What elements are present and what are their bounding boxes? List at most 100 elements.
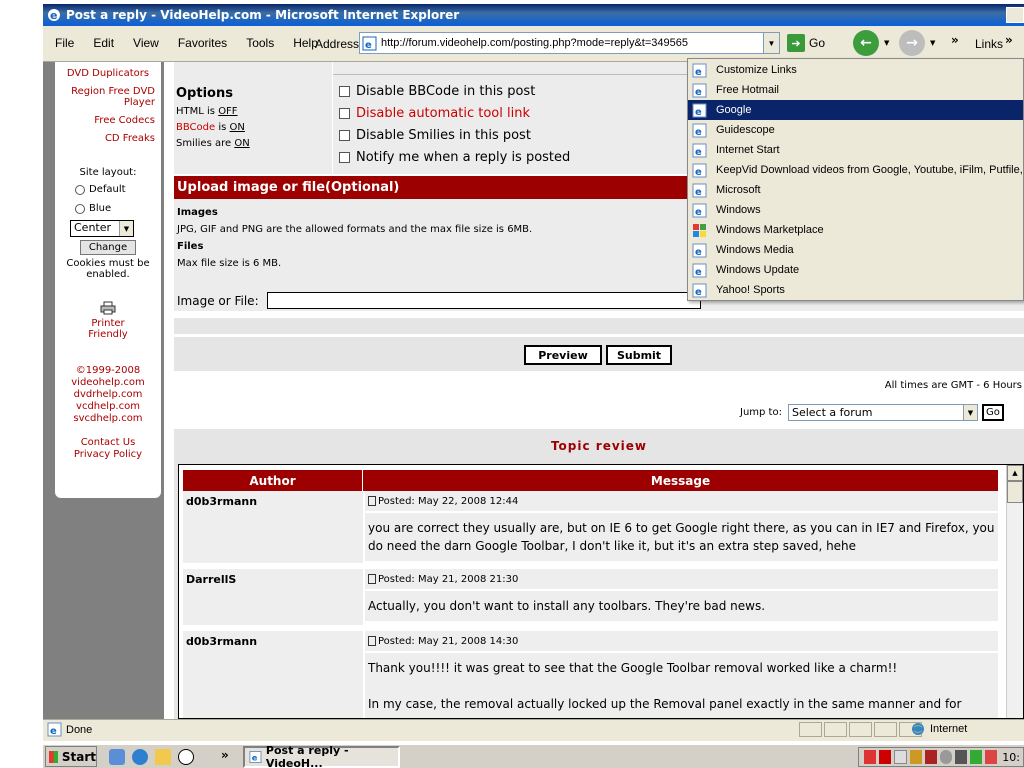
menu-favorites[interactable]: Favorites [178, 36, 227, 50]
links-menu-label: Customize Links [716, 64, 797, 76]
links-menu-item[interactable]: e Yahoo! Sports [688, 280, 1023, 300]
quicklaunch-chevron-icon[interactable]: » [221, 748, 229, 762]
layout-option-default[interactable]: Default [75, 184, 161, 195]
tray-icon-5[interactable] [924, 750, 937, 764]
bbcode-value[interactable]: ON [230, 122, 245, 133]
scroll-thumb[interactable] [1007, 481, 1023, 503]
sidebar-link-dvd-duplicators[interactable]: DVD Duplicators [55, 68, 161, 79]
align-select[interactable]: Center ▼ [70, 220, 134, 237]
privacy-link[interactable]: Privacy Policy [55, 449, 161, 460]
links-chevron-icon[interactable]: » [1005, 33, 1013, 47]
tray-icon-1[interactable] [864, 750, 877, 764]
svg-text:e: e [50, 726, 57, 737]
radio-default-label: Default [89, 184, 126, 195]
submit-button[interactable]: Submit [606, 345, 672, 365]
panda-icon[interactable] [178, 748, 194, 765]
radio-default[interactable] [75, 184, 85, 195]
sidebar-link-free-codecs[interactable]: Free Codecs [55, 115, 161, 126]
forward-dropdown-icon[interactable]: ▼ [930, 39, 935, 47]
html-value[interactable]: OFF [218, 106, 237, 117]
change-button[interactable]: Change [80, 240, 136, 255]
options-title: Options [176, 86, 233, 101]
file-input[interactable] [266, 292, 701, 309]
review-header: Author Message [183, 470, 998, 491]
links-menu-label: Windows Marketplace [716, 224, 824, 236]
checkbox-box[interactable] [339, 129, 350, 141]
forum-dropdown-icon[interactable]: ▼ [962, 405, 977, 420]
links-menu-item[interactable]: e Customize Links [688, 60, 1023, 80]
links-menu-item[interactable]: e Guidescope [688, 120, 1023, 140]
site-link-svcdhelp[interactable]: svcdhelp.com [55, 413, 161, 424]
post-meta: Posted: May 21, 2008 14:30 [365, 631, 998, 651]
checkbox-box[interactable] [339, 85, 350, 97]
svg-text:e: e [695, 267, 702, 278]
back-button[interactable]: ← [853, 30, 879, 56]
links-menu-item[interactable]: e Free Hotmail [688, 80, 1023, 100]
jump-go-button[interactable]: Go [981, 404, 1004, 421]
tray-icon-volume[interactable] [909, 750, 922, 764]
bbcode-label[interactable]: BBCode [176, 122, 215, 133]
bbcode-is: is [218, 122, 227, 133]
sidebar-link-region-free[interactable]: Region Free DVD Player [55, 86, 161, 108]
start-button[interactable]: Start [45, 746, 97, 767]
menu-tools[interactable]: Tools [246, 36, 274, 50]
links-menu-item[interactable]: e Windows Media [688, 240, 1023, 260]
links-menu-label: KeepVid Download videos from Google, You… [716, 164, 1023, 176]
sidebar-link-cd-freaks[interactable]: CD Freaks [55, 133, 161, 144]
checkbox-box[interactable] [339, 151, 350, 163]
tray-icon-8[interactable] [970, 750, 983, 764]
go-button[interactable]: ➔ Go [787, 34, 825, 52]
links-menu-label: Yahoo! Sports [716, 284, 785, 296]
forward-button[interactable]: → [899, 30, 925, 56]
window-controls [1004, 7, 1024, 23]
menu-view[interactable]: View [133, 36, 159, 50]
tray-icon-avast[interactable] [879, 750, 892, 764]
scroll-up-icon[interactable]: ▲ [1007, 465, 1023, 481]
links-menu-item[interactable]: e Windows [688, 200, 1023, 220]
taskbar-item-ie[interactable]: e Post a reply - VideoH... [243, 744, 400, 768]
post-author: d0b3rmann [183, 631, 363, 718]
links-menu-item-selected[interactable]: e Google [688, 100, 1023, 120]
site-link-videohelp[interactable]: videohelp.com [55, 377, 161, 388]
site-link-vcdhelp[interactable]: vcdhelp.com [55, 401, 161, 412]
toolbar: File Edit View Favorites Tools Help Addr… [43, 26, 1024, 62]
post-message: Thank you!!!! it was great to see that t… [365, 653, 998, 718]
tray-icon-6[interactable] [939, 750, 952, 764]
links-menu-item[interactable]: e Internet Start [688, 140, 1023, 160]
checkbox-box[interactable] [339, 107, 350, 119]
address-dropdown-icon[interactable]: ▼ [763, 33, 779, 53]
post-message: Actually, you don't want to install any … [365, 591, 998, 621]
menu-edit[interactable]: Edit [93, 36, 114, 50]
desktop-icon[interactable] [109, 748, 125, 765]
contact-link[interactable]: Contact Us [55, 437, 161, 448]
button-row: Preview Submit [174, 337, 1024, 371]
layout-option-blue[interactable]: Blue [75, 203, 161, 214]
printer-friendly-link[interactable]: Printer Friendly [55, 318, 161, 340]
tray-icon-3[interactable] [894, 750, 907, 764]
printer-icon [100, 301, 116, 315]
back-dropdown-icon[interactable]: ▼ [884, 39, 889, 47]
radio-blue[interactable] [75, 203, 85, 214]
forum-select[interactable]: Select a forum ▼ [787, 404, 978, 421]
smilies-value[interactable]: ON [234, 138, 249, 149]
tray-icon-9[interactable] [985, 750, 998, 764]
links-menu-item[interactable]: e KeepVid Download videos from Google, Yo… [688, 160, 1023, 180]
toolbar-chevron-icon[interactable]: » [951, 33, 959, 47]
folder-icon[interactable] [155, 748, 171, 765]
links-menu-item[interactable]: e Microsoft [688, 180, 1023, 200]
links-menu-item[interactable]: e Windows Update [688, 260, 1023, 280]
site-link-dvdrhelp[interactable]: dvdrhelp.com [55, 389, 161, 400]
links-menu-item[interactable]: Windows Marketplace [688, 220, 1023, 240]
review-scrollbar[interactable]: ▲ [1006, 465, 1023, 718]
minimize-button[interactable] [1006, 7, 1024, 23]
post-meta: Posted: May 21, 2008 21:30 [365, 569, 998, 589]
menu-file[interactable]: File [55, 36, 74, 50]
preview-button[interactable]: Preview [524, 345, 602, 365]
ie-quicklaunch-icon[interactable] [132, 748, 148, 765]
align-dropdown-icon[interactable]: ▼ [119, 221, 133, 236]
tray-icon-7[interactable] [954, 750, 968, 764]
svg-text:e: e [695, 67, 702, 78]
links-button[interactable]: Links [975, 37, 1003, 51]
address-input[interactable]: e http://forum.videohelp.com/posting.php… [359, 32, 780, 54]
ie-link-icon: e [692, 183, 707, 198]
